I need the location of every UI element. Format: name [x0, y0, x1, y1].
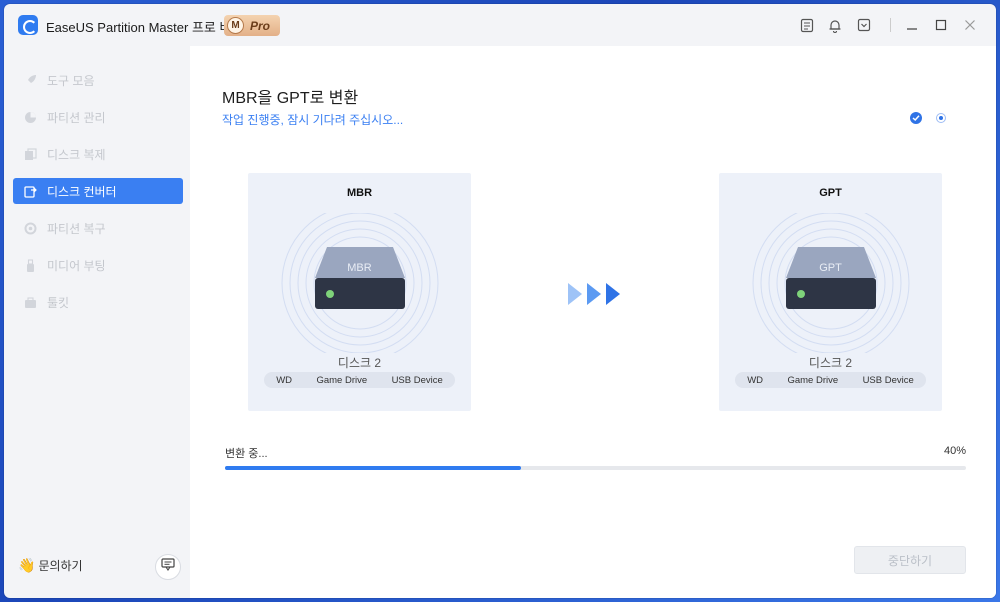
recover-icon — [23, 221, 37, 235]
step-current-icon — [936, 113, 946, 123]
app-title: EaseUS Partition Master 프로 버전 — [46, 20, 244, 35]
app-logo-icon — [18, 15, 38, 35]
source-disk-name: 디스크 2 — [337, 356, 382, 370]
sidebar-item-label: 파티션 복구 — [47, 221, 106, 236]
clone-icon — [23, 147, 37, 161]
target-disk-title: GPT — [819, 187, 842, 199]
target-disk-name: 디스크 2 — [808, 356, 853, 370]
sidebar-item-label: 도구 모음 — [47, 73, 95, 88]
main-panel: MBR을 GPT로 변환 작업 진행중, 잠시 기다려 주십시오... MBR … — [190, 46, 996, 598]
convert-icon — [23, 184, 37, 198]
target-disk-info: WD Game Drive USB Device — [735, 372, 926, 388]
minimize-icon[interactable] — [904, 17, 920, 33]
download-icon[interactable] — [856, 17, 872, 33]
close-icon[interactable] — [962, 17, 978, 33]
sidebar: 도구 모음 파티션 관리 디스크 복제 디스크 컨버터 파티션 복구 미디어 부… — [4, 46, 190, 598]
pro-badge-text: Pro — [250, 18, 271, 33]
pie-icon — [23, 110, 37, 124]
source-disk-title: MBR — [346, 187, 373, 199]
contact-us-link[interactable]: 👋 문의하기 — [18, 557, 83, 574]
target-disk-vendor: WD — [747, 374, 764, 386]
pro-badge-letter: M — [227, 17, 244, 34]
status-message: 작업 진행중, 잠시 기다려 주십시오... — [222, 113, 404, 127]
sidebar-item-disk-converter[interactable]: 디스크 컨버터 — [13, 178, 183, 204]
sidebar-item-label: 디스크 컨버터 — [47, 184, 117, 199]
sidebar-item-toolkit[interactable]: 툴킷 — [13, 289, 183, 315]
toolkit-icon — [23, 295, 37, 309]
target-disk-card: GPT GPT 디스크 2 WD Game Drive USB Device — [719, 173, 942, 411]
source-disk-model: Game Drive — [316, 374, 368, 386]
maximize-icon[interactable] — [933, 17, 949, 33]
target-disk-label: GPT — [819, 262, 842, 274]
sidebar-item-label: 툴킷 — [47, 295, 70, 310]
waving-hand-icon: 👋 — [18, 557, 36, 573]
sidebar-item-partition-manager[interactable]: 파티션 관리 — [13, 104, 183, 130]
contact-us-label: 문의하기 — [38, 559, 83, 573]
sidebar-item-tools[interactable]: 도구 모음 — [13, 67, 183, 93]
chat-icon — [161, 558, 175, 576]
progress-bar — [225, 466, 966, 470]
title-bar: EaseUS Partition Master 프로 버전 M Pro — [4, 4, 996, 46]
usb-icon — [23, 258, 37, 272]
stop-button[interactable]: 중단하기 — [854, 546, 966, 574]
source-disk-info: WD Game Drive USB Device — [264, 372, 455, 388]
pro-badge[interactable]: M Pro — [224, 15, 280, 36]
sidebar-item-partition-recovery[interactable]: 파티션 복구 — [13, 215, 183, 241]
bell-icon[interactable] — [827, 17, 843, 33]
convert-arrows-icon — [568, 283, 620, 305]
step-indicator — [910, 112, 946, 124]
hard-drive-icon — [281, 213, 439, 353]
titlebar-separator — [890, 18, 891, 32]
step-complete-icon — [910, 112, 922, 124]
sidebar-item-label: 파티션 관리 — [47, 110, 106, 125]
page-title: MBR을 GPT로 변환 — [222, 90, 359, 107]
progress-bar-fill — [225, 466, 522, 470]
sidebar-item-label: 미디어 부팅 — [47, 258, 106, 273]
sidebar-item-label: 디스크 복제 — [47, 147, 106, 162]
source-disk-label: MBR — [347, 262, 372, 274]
source-disk-vendor: WD — [276, 374, 293, 386]
sidebar-item-bootable-media[interactable]: 미디어 부팅 — [13, 252, 183, 278]
sidebar-item-disk-clone[interactable]: 디스크 복제 — [13, 141, 183, 167]
source-disk-type: USB Device — [391, 374, 443, 386]
progress-label: 변환 중... — [225, 448, 268, 460]
target-disk-type: USB Device — [862, 374, 914, 386]
hard-drive-icon — [752, 213, 910, 353]
progress-percent: 40% — [943, 445, 966, 457]
notes-icon[interactable] — [799, 17, 815, 33]
source-disk-card: MBR MBR 디스크 2 WD Game Drive USB Device — [248, 173, 471, 411]
target-disk-model: Game Drive — [787, 374, 839, 386]
feedback-button[interactable] — [155, 554, 181, 580]
app-window: EaseUS Partition Master 프로 버전 M Pro 도구 모… — [4, 4, 996, 598]
rocket-icon — [23, 73, 37, 87]
